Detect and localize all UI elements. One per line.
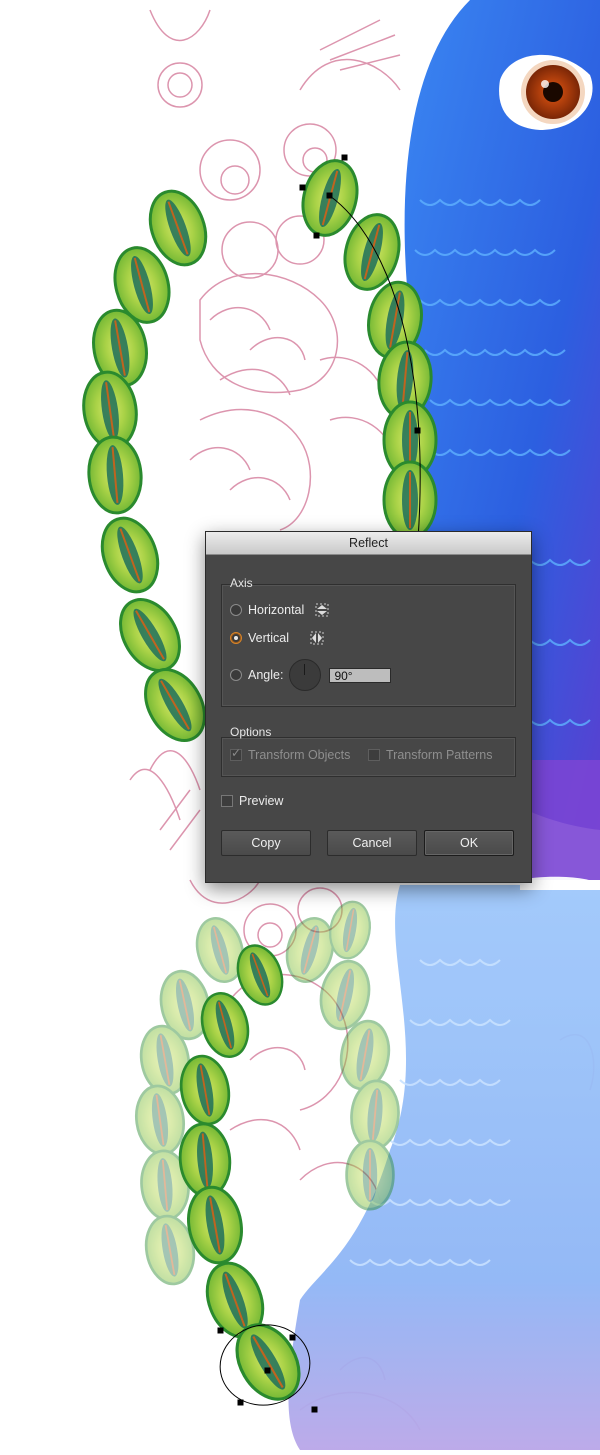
feathers-left-top — [77, 181, 219, 753]
copy-button[interactable]: Copy — [221, 830, 311, 856]
angle-label: Angle: — [248, 668, 284, 682]
preview-option[interactable]: Preview — [221, 794, 283, 808]
vertical-label: Vertical — [248, 631, 289, 645]
transform-objects-checkbox[interactable] — [230, 746, 242, 761]
reflect-vertical-icon — [309, 630, 325, 646]
angle-dial-icon[interactable] — [289, 659, 322, 691]
reflect-dialog: Reflect Axis Horizontal Vertical Angle: … — [205, 531, 532, 883]
vertical-radio[interactable] — [230, 632, 242, 644]
horizontal-radio[interactable] — [230, 604, 242, 616]
transform-patterns-label: Transform Patterns — [386, 748, 493, 762]
illustrator-canvas[interactable]: Reflect Axis Horizontal Vertical Angle: … — [0, 0, 600, 1450]
axis-label: Axis — [230, 576, 253, 590]
vertical-option[interactable]: Vertical — [230, 630, 325, 646]
cancel-button[interactable]: Cancel — [327, 830, 417, 856]
options-label: Options — [230, 725, 272, 739]
transform-patterns-checkbox[interactable] — [368, 749, 380, 761]
angle-radio[interactable] — [230, 669, 242, 681]
transform-patterns-option[interactable]: Transform Patterns — [368, 748, 493, 762]
ok-button[interactable]: OK — [424, 830, 514, 856]
angle-option[interactable]: Angle: 90° — [230, 659, 392, 691]
horizontal-option[interactable]: Horizontal — [230, 602, 330, 618]
angle-input[interactable]: 90° — [329, 667, 392, 683]
transform-objects-label: Transform Objects — [248, 748, 351, 762]
dialog-title: Reflect — [206, 532, 531, 555]
preview-checkbox[interactable] — [221, 795, 233, 807]
horizontal-label: Horizontal — [248, 603, 305, 617]
reflect-horizontal-icon — [314, 602, 330, 618]
preview-label: Preview — [239, 794, 284, 808]
transform-objects-option[interactable]: Transform Objects — [230, 746, 351, 762]
